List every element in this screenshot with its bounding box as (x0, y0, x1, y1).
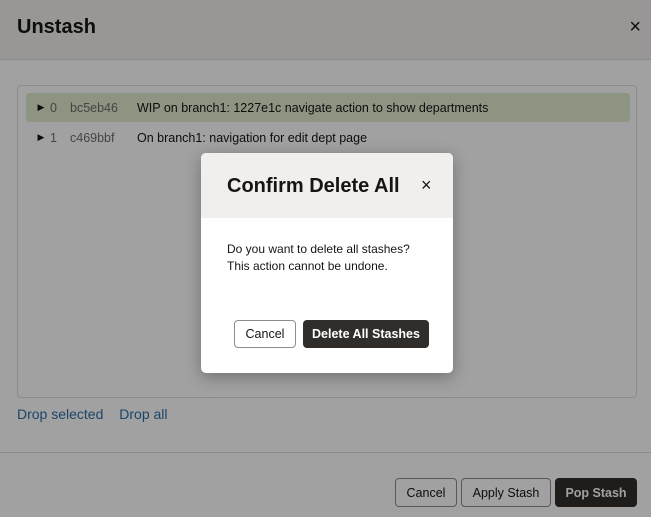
confirm-message: Do you want to delete all stashes? This … (227, 241, 410, 275)
confirm-line-1: Do you want to delete all stashes? (227, 242, 410, 256)
confirm-header: Confirm Delete All × (201, 153, 453, 218)
confirm-cancel-button[interactable]: Cancel (234, 320, 296, 348)
delete-all-stashes-button[interactable]: Delete All Stashes (303, 320, 429, 348)
close-icon[interactable]: × (421, 175, 432, 196)
confirm-line-2: This action cannot be undone. (227, 259, 388, 273)
confirm-title: Confirm Delete All (227, 175, 400, 197)
confirm-delete-dialog: Confirm Delete All × Do you want to dele… (201, 153, 453, 373)
